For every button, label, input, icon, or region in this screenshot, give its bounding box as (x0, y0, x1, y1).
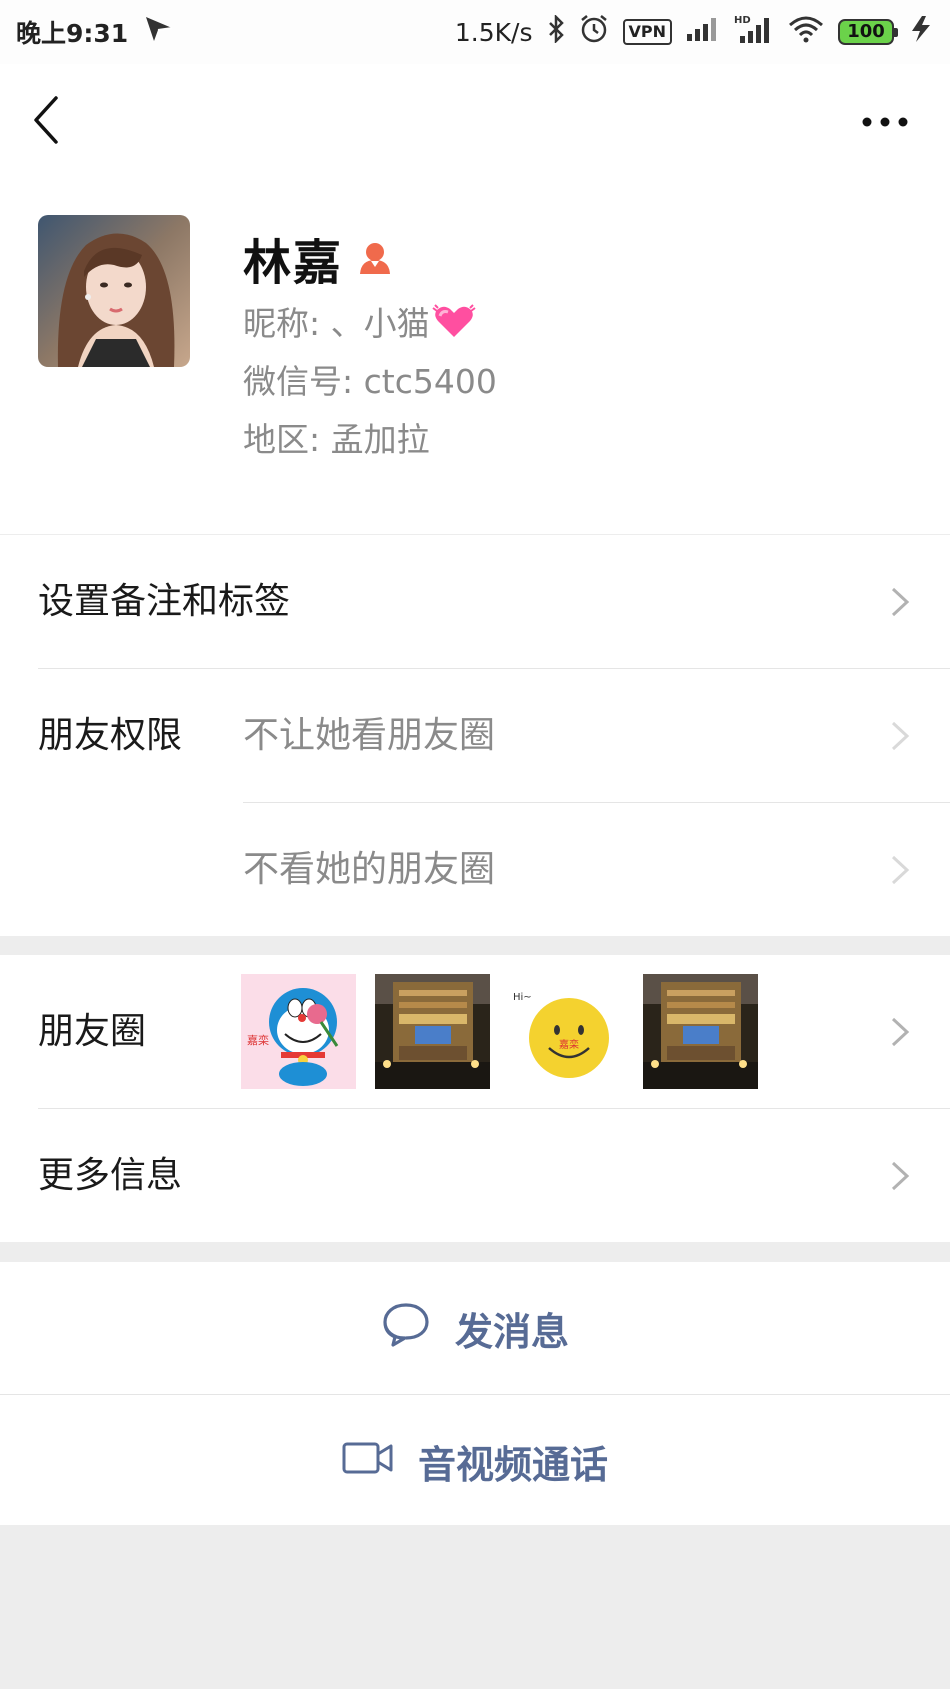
status-bar: 晚上9:31 1.5K/s VPN HD 100 (0, 0, 950, 64)
send-icon (144, 15, 174, 49)
moments-label: 朋友圈 (38, 1011, 147, 1052)
svg-text:HD: HD (734, 15, 751, 26)
vpn-icon: VPN (622, 19, 672, 45)
back-button[interactable] (28, 92, 68, 148)
status-time: 晚上9:31 (16, 19, 129, 48)
female-icon (357, 240, 393, 276)
chat-bubble-icon (381, 1301, 431, 1356)
moments-thumbnail: 嘉栾 (241, 974, 356, 1089)
moments-group: 朋友圈 嘉栾 Hi~ 嘉栾 更多信息 (0, 955, 950, 1242)
top-nav (0, 64, 950, 179)
permission-row-1[interactable]: 朋友权限 不让她看朋友圈 (0, 669, 950, 802)
send-message-label: 发消息 (454, 1310, 569, 1354)
settings-group: 设置备注和标签 朋友权限 不让她看朋友圈 不看她的朋友圈 (0, 535, 950, 936)
region: 地区: 孟加拉 (243, 420, 430, 459)
svg-text:嘉栾: 嘉栾 (559, 1038, 579, 1051)
wifi-icon (788, 15, 824, 49)
nickname-text: 昵称: 、小猫 (243, 304, 430, 343)
svg-text:Hi~: Hi~ (513, 992, 532, 1003)
heart-emoji (432, 303, 476, 348)
bluetooth-icon (547, 13, 565, 49)
hd-signal-icon: HD (734, 14, 774, 50)
chevron-right-icon (891, 721, 910, 751)
moments-thumbnail: Hi~ 嘉栾 (509, 974, 624, 1089)
chevron-right-icon (891, 855, 910, 885)
nickname: 昵称: 、小猫 (243, 297, 476, 348)
avatar[interactable] (38, 215, 190, 367)
chevron-right-icon (891, 587, 910, 617)
more-button[interactable] (860, 110, 910, 134)
net-speed: 1.5K/s (454, 17, 533, 47)
profile-header: 林嘉 昵称: 、小猫 微信号: ctc5400 地区: 孟加拉 (0, 179, 950, 534)
permission-option-hide-theirs: 不看她的朋友圈 (243, 849, 496, 890)
svg-text:嘉栾: 嘉栾 (247, 1033, 269, 1047)
remark-tags-label: 设置备注和标签 (38, 581, 291, 622)
wechat-id: 微信号: ctc5400 (243, 362, 497, 401)
more-info-label: 更多信息 (38, 1155, 183, 1196)
send-message-button[interactable]: 发消息 (0, 1262, 950, 1395)
more-icon (862, 117, 908, 127)
signal-icon (686, 16, 720, 48)
battery-icon: 100 (838, 19, 898, 45)
remark-tags-row[interactable]: 设置备注和标签 (0, 535, 950, 668)
more-info-row[interactable]: 更多信息 (0, 1109, 950, 1242)
charging-icon (908, 15, 934, 49)
video-call-label: 音视频通话 (417, 1443, 608, 1487)
permission-label: 朋友权限 (38, 715, 183, 756)
video-call-button[interactable]: 音视频通话 (0, 1395, 950, 1528)
chevron-right-icon (891, 1017, 910, 1047)
moments-thumbnail (375, 974, 490, 1089)
permission-option-hide-mine: 不让她看朋友圈 (243, 715, 496, 756)
alarm-icon (579, 14, 609, 50)
back-icon (34, 96, 58, 144)
empty-area (0, 1525, 950, 1689)
profile-name: 林嘉 (243, 235, 344, 291)
chevron-right-icon (891, 1161, 910, 1191)
permission-row-2[interactable]: 不看她的朋友圈 (0, 803, 950, 936)
moments-row[interactable]: 朋友圈 嘉栾 Hi~ 嘉栾 (0, 955, 950, 1108)
video-camera-icon (342, 1440, 394, 1484)
moments-thumbnail (643, 974, 758, 1089)
